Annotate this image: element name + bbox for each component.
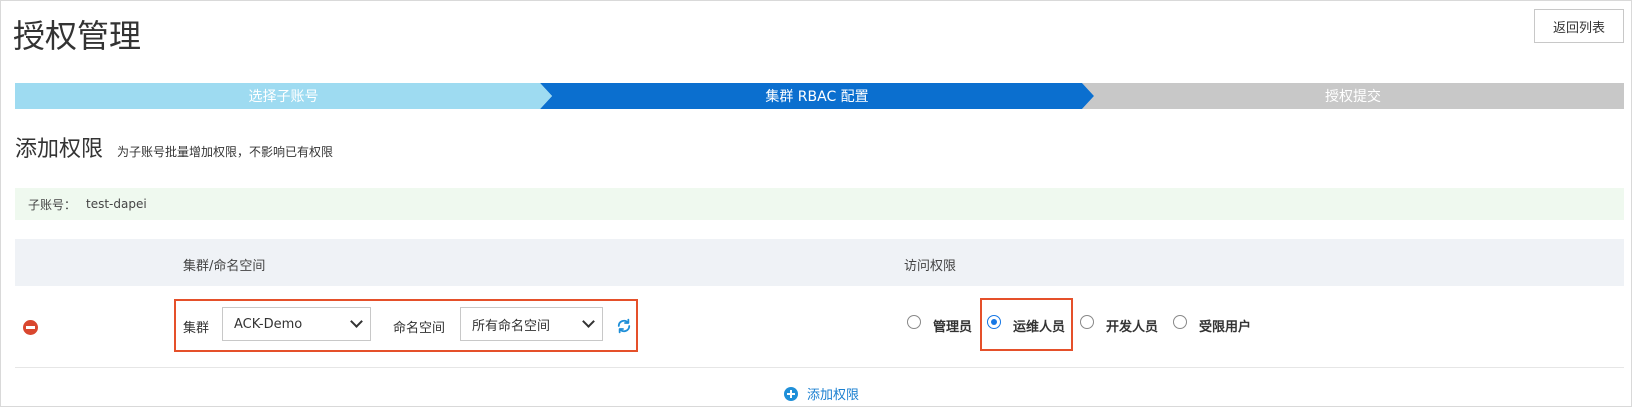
account-label: 子账号： [28,197,77,212]
section-description: 为子账号批量增加权限，不影响已有权限 [117,145,334,159]
cluster-label: 集群 [183,321,210,336]
minus-circle-icon[interactable] [23,320,38,335]
radio-admin-label: 管理员 [933,320,973,335]
section-title: 添加权限 [15,137,104,162]
radio-ops-label: 运维人员 [1013,320,1066,335]
chevron-down-icon [582,315,595,328]
column-header-permission: 访问权限 [904,259,957,274]
namespace-select-value: 所有命名空间 [472,318,551,334]
refresh-icon[interactable] [615,317,633,335]
namespace-label: 命名空间 [393,321,446,336]
radio-ops[interactable] [987,315,1001,329]
account-info-bar: 子账号： test-dapei [15,188,1624,220]
cluster-select-value: ACK-Demo [234,316,303,332]
back-to-list-button[interactable]: 返回列表 [1534,9,1624,43]
page-title: 授权管理 [13,17,142,55]
page-frame: 授权管理 返回列表 选择子账号 集群 RBAC 配置 授权提交 添加权限 为子账… [0,0,1632,407]
column-header-namespace: 集群/命名空间 [183,259,266,274]
radio-restricted[interactable] [1173,315,1187,329]
table-header: 集群/命名空间 访问权限 [15,239,1624,286]
chevron-down-icon [350,315,363,328]
namespace-select[interactable]: 所有命名空间 [460,307,603,341]
add-permission-link[interactable]: 添加权限 [784,384,859,403]
step-progress: 选择子账号 集群 RBAC 配置 授权提交 [15,83,1624,109]
add-permission-label: 添加权限 [807,388,860,403]
radio-developer-label: 开发人员 [1106,320,1159,335]
radio-admin[interactable] [907,315,921,329]
step-rbac-config: 集群 RBAC 配置 [540,83,1094,109]
account-value: test-dapei [86,197,147,211]
cluster-select[interactable]: ACK-Demo [222,307,371,341]
radio-restricted-label: 受限用户 [1199,320,1252,335]
row-divider [15,367,1624,368]
radio-developer[interactable] [1080,315,1094,329]
plus-circle-icon [784,386,798,401]
step-select-account: 选择子账号 [15,83,552,109]
step-submit: 授权提交 [1082,83,1624,109]
